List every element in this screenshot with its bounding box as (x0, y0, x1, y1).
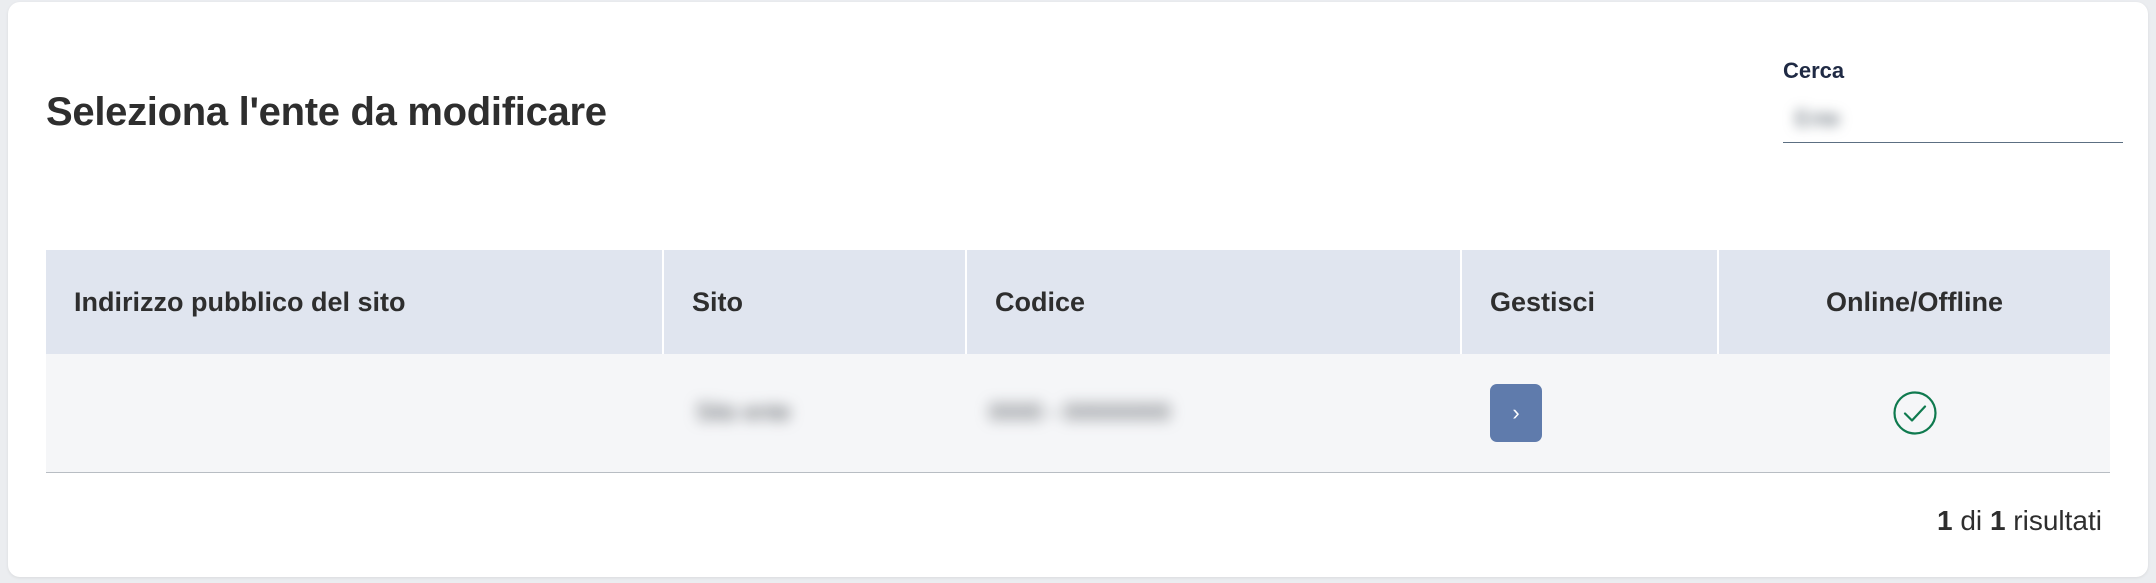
manage-button[interactable]: › (1490, 384, 1542, 442)
search-label: Cerca (1783, 58, 1845, 83)
table-header: Indirizzo pubblico del sito Sito Codice … (46, 250, 2110, 354)
column-header-address: Indirizzo pubblico del sito (46, 250, 664, 354)
results-shown: 1 (1937, 505, 1953, 536)
cell-address (46, 354, 664, 472)
cell-status (1719, 354, 2110, 472)
entities-table: Indirizzo pubblico del sito Sito Codice … (46, 250, 2110, 473)
results-separator: di (1960, 505, 1983, 536)
search-box: Cerca Ente (1783, 58, 2123, 143)
cell-manage: › (1462, 354, 1719, 472)
site-value: Sito ente (696, 399, 791, 426)
search-value: Ente (1795, 106, 1841, 131)
code-value: 0000 - 00000000 (989, 399, 1171, 426)
check-circle-icon (1892, 390, 1938, 436)
pagination-info: 1 di 1 risultati (1937, 505, 2102, 537)
column-header-site: Sito (664, 250, 967, 354)
results-suffix: risultati (2013, 505, 2102, 536)
column-header-status: Online/Offline (1825, 286, 2003, 317)
search-input[interactable]: Ente (1783, 102, 2123, 143)
content-card: Seleziona l'ente da modificare Cerca Ent… (8, 2, 2148, 577)
page-title: Seleziona l'ente da modificare (46, 90, 607, 134)
results-total: 1 (1989, 505, 2006, 536)
cell-site: Sito ente (664, 354, 967, 472)
cell-code: 0000 - 00000000 (967, 354, 1462, 472)
column-header-code: Codice (967, 250, 1462, 354)
column-header-manage: Gestisci (1462, 250, 1719, 354)
chevron-right-icon: › (1512, 400, 1520, 425)
table-row: Sito ente 0000 - 00000000 › (46, 354, 2110, 473)
